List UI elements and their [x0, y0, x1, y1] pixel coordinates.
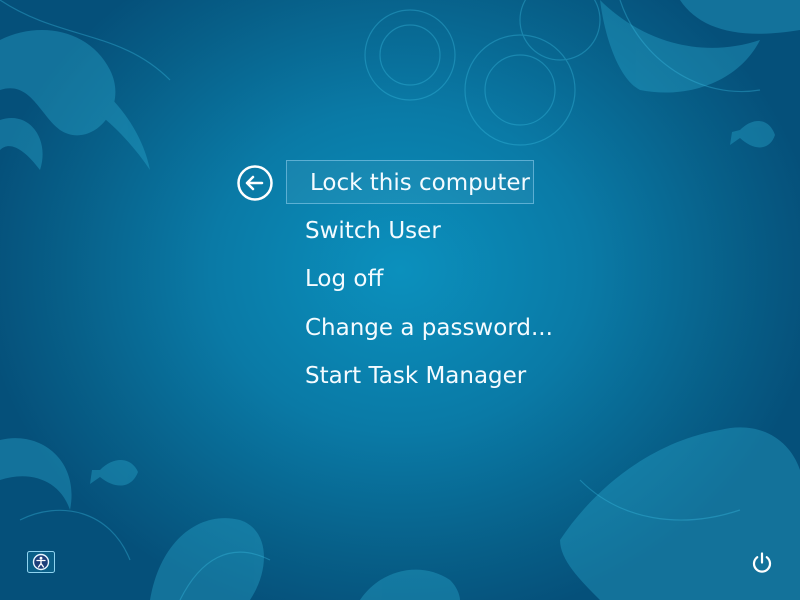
power-button[interactable]	[750, 551, 774, 575]
change-password-option[interactable]: Change a password...	[286, 306, 556, 350]
ease-of-access-button[interactable]	[27, 551, 55, 573]
power-icon	[752, 552, 772, 573]
start-task-manager-option[interactable]: Start Task Manager	[286, 354, 556, 398]
ease-of-access-icon	[27, 551, 55, 573]
switch-user-option[interactable]: Switch User	[286, 209, 556, 253]
options-menu: Lock this computer Switch User Log off C…	[286, 160, 556, 403]
lock-computer-option[interactable]: Lock this computer	[286, 160, 534, 204]
back-arrow-icon	[237, 165, 273, 201]
log-off-option[interactable]: Log off	[286, 257, 556, 301]
back-button[interactable]	[237, 165, 273, 201]
